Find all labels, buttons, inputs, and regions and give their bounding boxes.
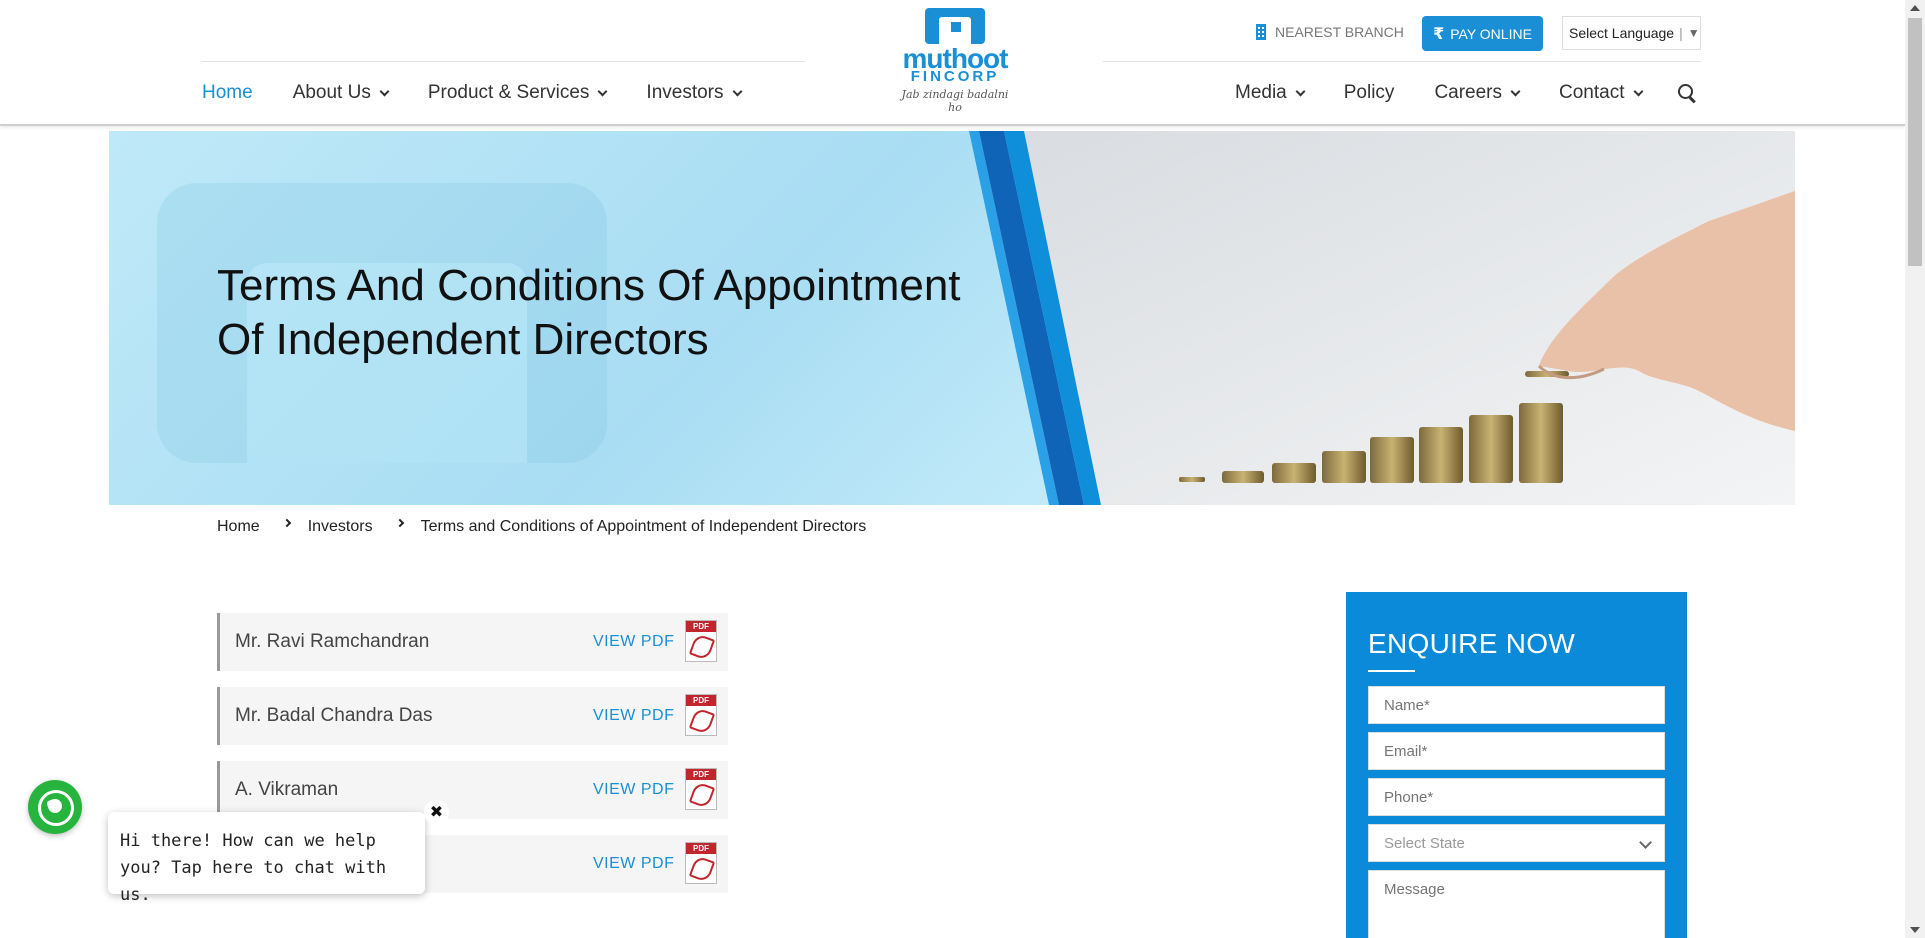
search-icon[interactable] bbox=[1677, 84, 1696, 102]
building-icon bbox=[1256, 24, 1266, 40]
chevron-down-icon bbox=[732, 86, 742, 96]
nearest-branch-link[interactable]: NEAREST BRANCH bbox=[1256, 24, 1404, 40]
phone-field[interactable] bbox=[1368, 778, 1665, 816]
view-pdf-link[interactable]: VIEW PDF bbox=[593, 781, 674, 799]
message-field[interactable] bbox=[1368, 870, 1665, 938]
chevron-right-icon bbox=[282, 518, 291, 528]
page-title-line1: Terms And Conditions Of Appointment bbox=[217, 261, 961, 310]
nav-item-media[interactable]: Media bbox=[1235, 82, 1306, 104]
nav-label: Contact bbox=[1559, 82, 1625, 103]
enquire-title: ENQUIRE NOW bbox=[1368, 628, 1576, 659]
pdf-tag: PDF bbox=[686, 695, 716, 706]
title-underline bbox=[1368, 670, 1415, 672]
nav-item-about-us[interactable]: About Us bbox=[292, 82, 390, 104]
nav-item-investors[interactable]: Investors bbox=[646, 82, 742, 104]
language-select[interactable]: Select Language | ▼ bbox=[1562, 16, 1701, 50]
name-field[interactable] bbox=[1368, 686, 1665, 724]
enquire-form: ENQUIRE NOW Select State bbox=[1346, 592, 1687, 938]
breadcrumb-current: Terms and Conditions of Appointment of I… bbox=[420, 518, 867, 535]
scroll-up-icon[interactable] bbox=[1910, 5, 1920, 11]
nav-item-contact[interactable]: Contact bbox=[1559, 82, 1643, 104]
director-name: Mr. Badal Chandra Das bbox=[235, 705, 433, 726]
nav-left: Home About Us Product & Services Investo… bbox=[202, 82, 781, 104]
view-pdf-link[interactable]: VIEW PDF bbox=[593, 633, 674, 651]
pdf-tag: PDF bbox=[686, 621, 716, 632]
chevron-down-icon bbox=[1633, 86, 1643, 96]
page-title-line2: Of Independent Directors bbox=[217, 315, 709, 364]
header-divider-right bbox=[1103, 61, 1701, 62]
nav-label: Home bbox=[202, 82, 253, 103]
pay-online-label: PAY ONLINE bbox=[1450, 25, 1532, 42]
page-title: Terms And Conditions Of Appointment Of I… bbox=[217, 259, 961, 367]
muthoot-fincorp-logo[interactable]: muthoot FINCORP Jab zindagi badalni ho bbox=[894, 8, 1016, 114]
site-header: NEAREST BRANCH ₹ PAY ONLINE Select Langu… bbox=[0, 0, 1905, 126]
logo-mark-icon bbox=[925, 8, 985, 44]
chat-prompt-bubble[interactable]: Hi there! How can we help you? Tap here … bbox=[108, 812, 425, 905]
state-select-label: Select State bbox=[1384, 834, 1465, 852]
breadcrumb-home[interactable]: Home bbox=[217, 518, 260, 536]
pdf-tag: PDF bbox=[686, 769, 716, 780]
chevron-down-icon bbox=[1639, 836, 1652, 849]
chevron-right-icon bbox=[395, 518, 404, 528]
nav-item-careers[interactable]: Careers bbox=[1434, 82, 1521, 104]
nav-label: About Us bbox=[292, 82, 371, 103]
logo-sub: FINCORP bbox=[910, 68, 1000, 85]
list-item: Mr. Ravi Ramchandran VIEW PDF PDF bbox=[217, 613, 728, 671]
email-field[interactable] bbox=[1368, 732, 1665, 770]
scrollbar-thumb[interactable] bbox=[1908, 18, 1922, 266]
state-select[interactable]: Select State bbox=[1368, 824, 1665, 862]
nav-item-policy[interactable]: Policy bbox=[1344, 82, 1395, 104]
nav-label: Investors bbox=[646, 82, 724, 103]
chevron-down-icon bbox=[1295, 86, 1306, 96]
language-separator: | bbox=[1679, 25, 1683, 41]
language-label: Select Language bbox=[1569, 25, 1675, 41]
nav-label: Media bbox=[1235, 82, 1287, 103]
breadcrumb-investors[interactable]: Investors bbox=[308, 518, 373, 536]
view-pdf-link[interactable]: VIEW PDF bbox=[593, 855, 674, 873]
nearest-branch-label: NEAREST BRANCH bbox=[1275, 24, 1404, 40]
pdf-icon[interactable]: PDF bbox=[685, 620, 717, 662]
list-item: A. Vikraman VIEW PDF PDF bbox=[217, 761, 728, 819]
nav-item-product-services[interactable]: Product & Services bbox=[427, 82, 608, 104]
logo-tagline: Jab zindagi badalni ho bbox=[901, 88, 1009, 114]
page: NEAREST BRANCH ₹ PAY ONLINE Select Langu… bbox=[0, 0, 1925, 938]
director-name: Mr. Ravi Ramchandran bbox=[235, 631, 430, 652]
nav-label: Careers bbox=[1434, 82, 1503, 103]
whatsapp-icon[interactable] bbox=[28, 780, 82, 834]
list-item: Mr. Badal Chandra Das VIEW PDF PDF bbox=[217, 687, 728, 745]
header-divider-left bbox=[201, 61, 805, 62]
rupee-icon: ₹ bbox=[1433, 25, 1445, 43]
chevron-down-icon bbox=[1510, 86, 1521, 96]
nav-right: Media Policy Careers Contact bbox=[1196, 82, 1696, 104]
pdf-icon[interactable]: PDF bbox=[685, 694, 717, 736]
nav-label: Product & Services bbox=[427, 82, 590, 103]
chevron-down-icon bbox=[379, 86, 390, 96]
director-name: A. Vikraman bbox=[235, 779, 339, 800]
dropdown-triangle-icon: ▼ bbox=[1687, 26, 1700, 40]
pdf-icon[interactable]: PDF bbox=[685, 842, 717, 884]
pdf-tag: PDF bbox=[686, 843, 716, 854]
pdf-icon[interactable]: PDF bbox=[685, 768, 717, 810]
nav-item-home[interactable]: Home bbox=[202, 82, 253, 104]
view-pdf-link[interactable]: VIEW PDF bbox=[593, 707, 674, 725]
pay-online-button[interactable]: ₹ PAY ONLINE bbox=[1422, 16, 1543, 51]
hero-banner: Terms And Conditions Of Appointment Of I… bbox=[109, 131, 1795, 505]
chevron-down-icon bbox=[597, 86, 608, 96]
scroll-down-icon[interactable] bbox=[1910, 927, 1920, 933]
close-icon[interactable]: ✖ bbox=[424, 800, 449, 825]
breadcrumb: Home Investors Terms and Conditions of A… bbox=[217, 518, 866, 536]
page-scrollbar[interactable] bbox=[1905, 0, 1925, 938]
nav-label: Policy bbox=[1343, 82, 1395, 103]
